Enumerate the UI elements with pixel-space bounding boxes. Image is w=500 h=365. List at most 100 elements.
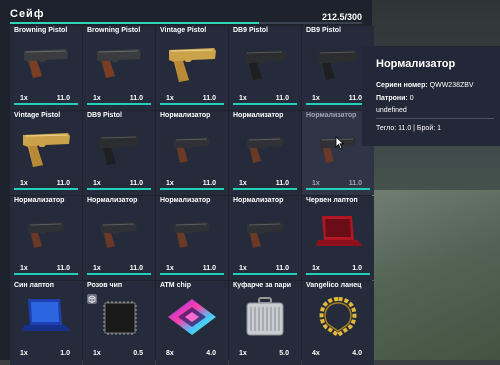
item-name: Нормализатор	[233, 112, 284, 119]
item-quantity: 1x	[20, 265, 28, 272]
item-weight: 11.0	[56, 180, 70, 187]
inventory-slot[interactable]: DB9 Pistol 1x 11.0	[83, 111, 155, 195]
pistol-gold-icon	[16, 125, 76, 169]
tooltip-ammo-label: Патрони:	[376, 95, 408, 102]
mouse-cursor-icon	[335, 136, 345, 155]
item-quantity: 1x	[93, 180, 101, 187]
pistol-dark-icon	[89, 40, 149, 84]
durability-bar-fill	[87, 103, 151, 105]
durability-bar-fill	[233, 273, 297, 275]
inventory-slot[interactable]: Vintage Pistol 1x 11.0	[156, 26, 228, 110]
laptop-blue-icon	[16, 295, 76, 339]
durability-bar-fill	[233, 103, 297, 105]
durability-bar-fill	[306, 103, 370, 105]
pistol-normalizer-icon	[162, 210, 222, 254]
durability-bar	[233, 188, 297, 190]
item-quantity: 1x	[93, 95, 101, 102]
tooltip-ammo: Патрони: 0	[376, 95, 414, 102]
durability-bar	[87, 273, 151, 275]
laptop-red-icon	[308, 210, 368, 254]
tooltip-serial-value: QWW238ZBV	[429, 82, 474, 89]
item-weight: 11.0	[348, 95, 362, 102]
inventory-slot[interactable]: ATM chip 8x 4.0	[156, 281, 228, 365]
item-weight: 11.0	[202, 265, 216, 272]
item-name: Vintage Pistol	[14, 112, 61, 119]
inventory-slot[interactable]: Червен лаптоп 1x 1.0	[302, 196, 374, 280]
item-weight: 11.0	[202, 180, 216, 187]
durability-bar-fill	[160, 188, 224, 190]
tooltip-footer: Тегло: 11.0 | Брой: 1	[376, 125, 442, 132]
item-quantity: 1x	[93, 265, 101, 272]
item-name: DB9 Pistol	[233, 27, 269, 34]
item-name: DB9 Pistol	[87, 112, 123, 119]
tooltip-title: Нормализатор	[376, 58, 456, 70]
capacity-bar	[10, 22, 362, 24]
inventory-slot[interactable]: Нормализатор 1x 11.0	[83, 196, 155, 280]
item-name: Vintage Pistol	[160, 27, 207, 34]
item-name: Browning Pistol	[14, 27, 68, 34]
item-quantity: 1x	[20, 350, 28, 357]
inventory-slot[interactable]: Нормализатор 1x 11.0	[156, 111, 228, 195]
item-quantity: 1x	[312, 180, 320, 187]
item-weight: 11.0	[202, 95, 216, 102]
durability-bar	[306, 273, 370, 275]
inventory-slot[interactable]: Куфарче за пари 1x 5.0	[229, 281, 301, 365]
pistol-normalizer-icon	[235, 210, 295, 254]
durability-bar	[233, 103, 297, 105]
item-weight: 5.0	[279, 350, 289, 357]
item-weight: 11.0	[129, 95, 143, 102]
inventory-panel: Сейф 212.5/300 Browning Pistol 1x 11.0 Brow…	[0, 0, 374, 365]
durability-bar	[87, 103, 151, 105]
tooltip-serial: Сериен номер: QWW238ZBV	[376, 82, 474, 89]
inventory-slot[interactable]: Нормализатор 1x 11.0	[229, 196, 301, 280]
tooltip-ammo-value: 0	[409, 95, 414, 102]
durability-bar	[87, 188, 151, 190]
item-quantity: 1x	[239, 350, 247, 357]
item-name: Browning Pistol	[87, 27, 141, 34]
inventory-slot[interactable]: Browning Pistol 1x 11.0	[10, 26, 82, 110]
pistol-black-icon	[89, 125, 149, 169]
item-name: Нормализатор	[233, 197, 284, 204]
durability-bar	[14, 103, 78, 105]
item-quantity: 8x	[166, 350, 174, 357]
inventory-slot[interactable]: Browning Pistol 1x 11.0	[83, 26, 155, 110]
tooltip-extra: undefined	[376, 107, 407, 114]
item-name: Нормализатор	[160, 112, 211, 119]
briefcase-silver-icon	[235, 295, 295, 339]
durability-bar-fill	[160, 103, 224, 105]
inventory-slot[interactable]: Син лаптоп 1x 1.0	[10, 281, 82, 365]
chip-rainbow-icon	[162, 295, 222, 339]
durability-bar-fill	[306, 188, 370, 190]
pistol-black-icon	[235, 40, 295, 84]
durability-bar-fill	[14, 273, 78, 275]
inventory-slot[interactable]: Vintage Pistol 1x 11.0	[10, 111, 82, 195]
durability-bar	[160, 273, 224, 275]
durability-bar-fill	[14, 103, 78, 105]
durability-bar	[306, 103, 370, 105]
item-weight: 11.0	[275, 180, 289, 187]
durability-bar-fill	[14, 188, 78, 190]
item-weight: 1.0	[352, 265, 362, 272]
item-weight: 4.0	[206, 350, 216, 357]
inventory-slot[interactable]: Нормализатор 1x 11.0	[229, 111, 301, 195]
item-name: Розов чип	[87, 282, 123, 289]
inventory-slot[interactable]: Нормализатор 1x 11.0	[156, 196, 228, 280]
item-quantity: 1x	[239, 180, 247, 187]
durability-bar	[306, 188, 370, 190]
pistol-normalizer-icon	[89, 210, 149, 254]
durability-bar	[160, 103, 224, 105]
capacity-bar-fill	[10, 22, 260, 24]
gold-chain-icon	[308, 295, 368, 339]
item-quantity: 1x	[166, 95, 174, 102]
item-name: Червен лаптоп	[306, 197, 358, 204]
item-name: Куфарче за пари	[233, 282, 292, 289]
item-quantity: 1x	[312, 95, 320, 102]
inventory-slot[interactable]: Розов чип 1x 0.5	[83, 281, 155, 365]
inventory-slot[interactable]: Нормализатор 1x 11.0	[10, 196, 82, 280]
inventory-slot[interactable]: DB9 Pistol 1x 11.0	[229, 26, 301, 110]
item-name: DB9 Pistol	[306, 27, 342, 34]
inventory-title: Сейф	[10, 8, 45, 20]
item-quantity: 1x	[166, 180, 174, 187]
item-name: Син лаптоп	[14, 282, 54, 289]
inventory-slot[interactable]: Vangelico ланец 4x 4.0	[302, 281, 374, 365]
